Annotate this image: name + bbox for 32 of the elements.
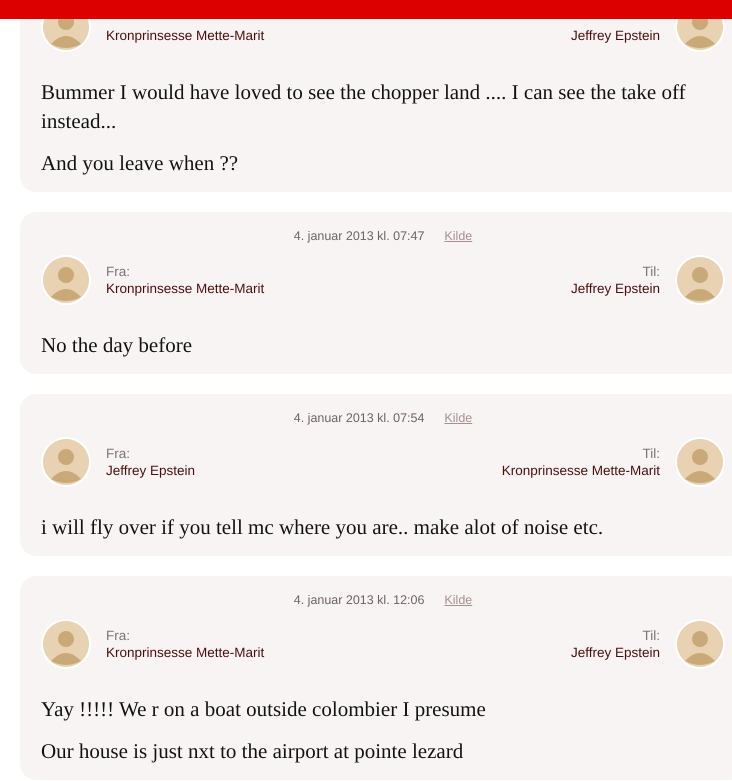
avatar-icon	[675, 255, 725, 305]
recipient-name: Kronprinsesse Mette-Marit	[502, 462, 660, 479]
to-label: Til:	[642, 628, 660, 643]
avatar-icon	[41, 619, 91, 669]
source-link[interactable]: Kilde	[444, 411, 472, 425]
source-link[interactable]: Kilde	[444, 593, 472, 607]
source-link[interactable]: Kilde	[444, 229, 472, 243]
to-label: Til:	[642, 264, 660, 279]
from-label: Fra:	[106, 264, 130, 279]
from-label: Fra:	[106, 446, 130, 461]
sender-name: Kronprinsesse Mette-Marit	[106, 27, 264, 44]
recipient-name: Jeffrey Epstein	[570, 27, 660, 44]
message-date: 4. januar 2013 kl. 12:06	[294, 593, 424, 607]
message-text: Our house is just nxt to the airport at pointe lezard	[41, 738, 464, 765]
message-text: i will fly over if you tell mc where you are.. make alot of noise etc.	[41, 514, 604, 541]
message-text: Bummer I would have loved to see the chopper land .... I can see the take off instead...	[41, 79, 687, 135]
message-text: Yay !!!!! We r on a boat outside colombier I presume	[41, 696, 487, 723]
to-label: Til:	[642, 446, 660, 461]
message-date: 4. januar 2013 kl. 07:54	[294, 411, 424, 425]
message-text: And you leave when ??	[41, 150, 240, 177]
avatar-icon	[41, 255, 91, 305]
avatar-icon	[41, 437, 91, 487]
recipient-name: Jeffrey Epstein	[570, 644, 660, 661]
message-date: 4. januar 2013 kl. 07:47	[294, 229, 424, 243]
recipient-name: Jeffrey Epstein	[570, 280, 660, 297]
sender-name: Kronprinsesse Mette-Marit	[106, 280, 264, 297]
avatar-icon	[675, 619, 725, 669]
from-label: Fra:	[106, 628, 130, 643]
avatar-icon	[675, 437, 725, 487]
message-text: No the day before	[41, 332, 194, 359]
sender-name: Kronprinsesse Mette-Marit	[106, 644, 264, 661]
sender-name: Jeffrey Epstein	[106, 462, 196, 479]
